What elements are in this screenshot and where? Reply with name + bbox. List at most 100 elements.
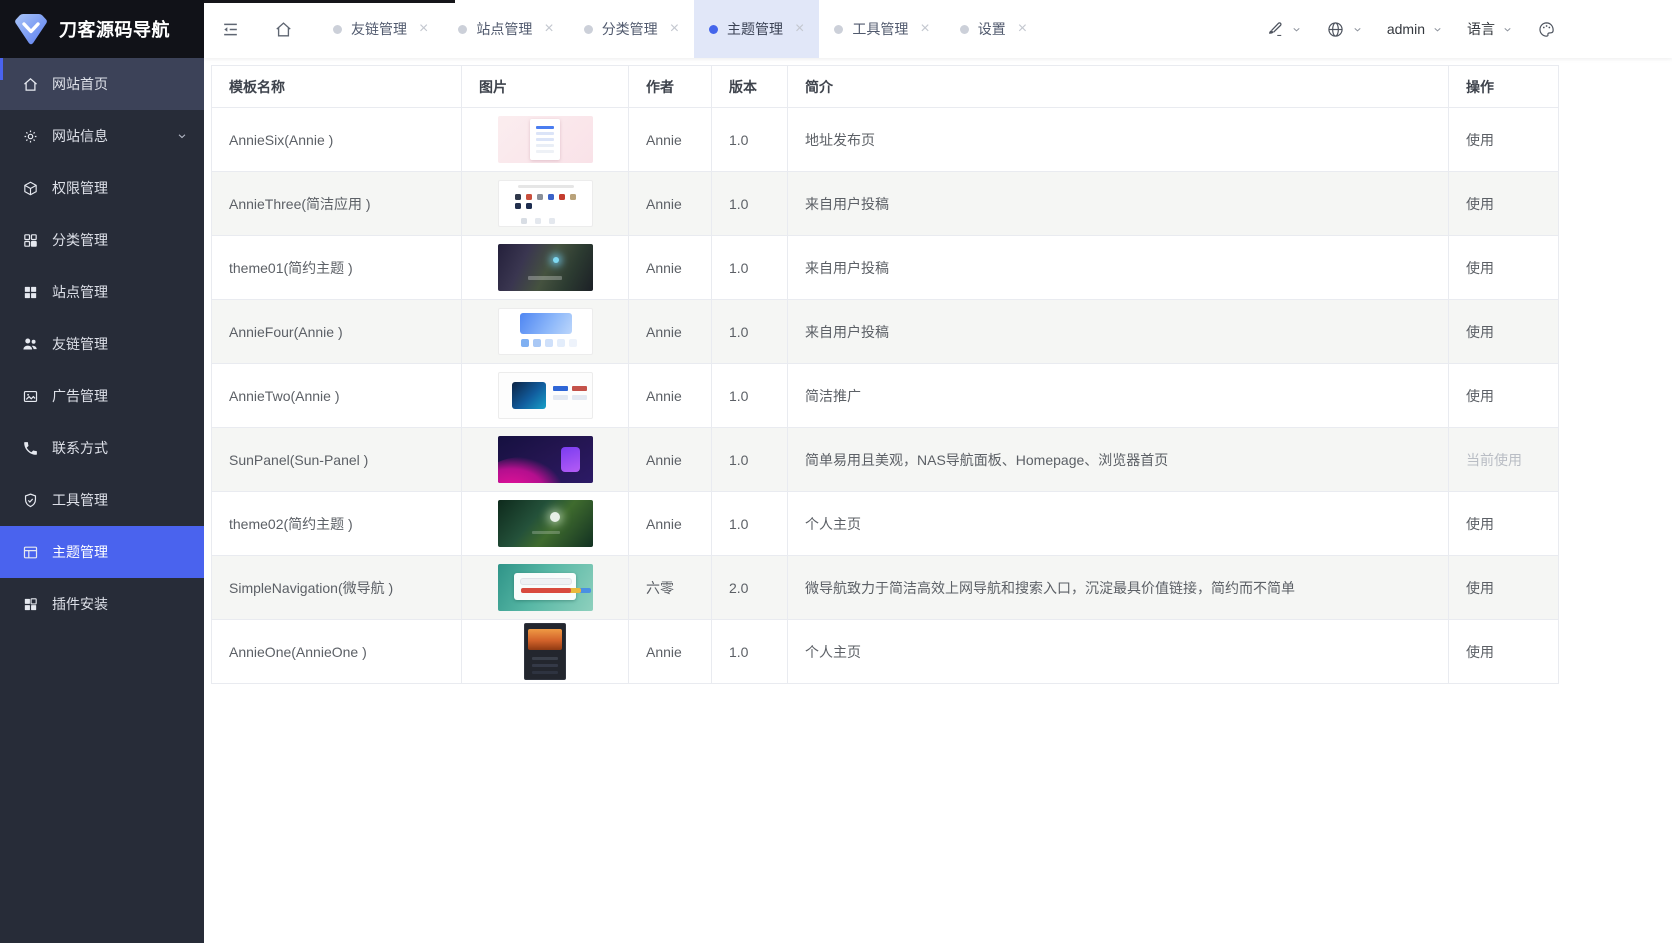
diamond-chevron-icon — [13, 12, 49, 46]
template-thumbnail — [498, 116, 593, 163]
tab-close-icon[interactable]: × — [419, 21, 428, 37]
theme-brush-dropdown[interactable] — [1265, 20, 1302, 39]
phone-icon — [21, 439, 39, 457]
use-button[interactable]: 使用 — [1466, 196, 1494, 212]
brand: 刀客源码导航 — [0, 0, 204, 58]
tab-close-icon[interactable]: × — [670, 21, 679, 37]
template-author: Annie — [629, 236, 712, 300]
sidebar-item-label: 主题管理 — [52, 542, 108, 562]
template-intro: 简单易用且美观，NAS导航面板、Homepage、浏览器首页 — [788, 428, 1449, 492]
template-intro: 来自用户投稿 — [788, 172, 1449, 236]
template-author: Annie — [629, 492, 712, 556]
menu-fold-icon[interactable] — [204, 0, 257, 58]
use-button[interactable]: 使用 — [1466, 644, 1494, 660]
tab-close-icon[interactable]: × — [544, 21, 553, 37]
sidebar-item-label: 分类管理 — [52, 230, 108, 250]
table-row: theme01(简约主题 )Annie1.0来自用户投稿使用 — [212, 236, 1559, 300]
template-author: Annie — [629, 428, 712, 492]
template-name: AnnieTwo(Annie ) — [212, 364, 462, 428]
use-button[interactable]: 使用 — [1466, 260, 1494, 276]
sidebar-item-2[interactable]: 权限管理 — [0, 162, 204, 214]
tab-close-icon[interactable]: × — [795, 21, 804, 37]
tab-close-icon[interactable]: × — [920, 21, 929, 37]
home-icon — [21, 75, 39, 93]
template-action-cell: 使用 — [1449, 364, 1559, 428]
template-name: SunPanel(Sun-Panel ) — [212, 428, 462, 492]
user-dropdown[interactable]: admin — [1387, 21, 1443, 37]
template-name: SimpleNavigation(微导航 ) — [212, 556, 462, 620]
app-window: 刀客源码导航 网站首页网站信息权限管理分类管理站点管理友链管理广告管理联系方式工… — [0, 0, 1672, 943]
sidebar-item-label: 站点管理 — [52, 282, 108, 302]
template-action-cell: 使用 — [1449, 492, 1559, 556]
template-action-cell: 使用 — [1449, 620, 1559, 684]
sidebar-item-1[interactable]: 网站信息 — [0, 110, 204, 162]
template-thumbnail — [498, 372, 593, 419]
sidebar-item-label: 广告管理 — [52, 386, 108, 406]
chevron-down-icon — [1432, 24, 1443, 35]
sidebar-item-6[interactable]: 广告管理 — [0, 370, 204, 422]
tab-label: 工具管理 — [852, 19, 908, 39]
tab-status-dot — [834, 25, 843, 34]
template-version: 1.0 — [712, 108, 788, 172]
tab-4[interactable]: 工具管理 × — [819, 0, 944, 58]
template-action-cell: 使用 — [1449, 556, 1559, 620]
template-thumbnail — [498, 500, 593, 547]
sidebar-item-label: 权限管理 — [52, 178, 108, 198]
template-intro: 微导航致力于简洁高效上网导航和搜索入口，沉淀最具价值链接，简约而不简单 — [788, 556, 1449, 620]
tab-2[interactable]: 分类管理 × — [569, 0, 694, 58]
tab-label: 友链管理 — [351, 19, 407, 39]
use-button[interactable]: 使用 — [1466, 388, 1494, 404]
sidebar-scrollbar-thumb[interactable] — [0, 58, 3, 80]
template-thumbnail — [498, 308, 593, 355]
use-button[interactable]: 使用 — [1466, 324, 1494, 340]
tab-1[interactable]: 站点管理 × — [443, 0, 568, 58]
use-button[interactable]: 使用 — [1466, 132, 1494, 148]
table-row: theme02(简约主题 )Annie1.0个人主页使用 — [212, 492, 1559, 556]
main-area: 友链管理×站点管理×分类管理×主题管理×工具管理×设置× — [204, 0, 1672, 943]
users-icon — [21, 335, 39, 353]
tab-status-dot — [458, 25, 467, 34]
template-author: Annie — [629, 620, 712, 684]
template-version: 1.0 — [712, 300, 788, 364]
sidebar-item-9[interactable]: 主题管理 — [0, 526, 204, 578]
shield-check-icon — [21, 491, 39, 509]
tab-label: 设置 — [978, 19, 1006, 39]
use-button[interactable]: 使用 — [1466, 516, 1494, 532]
brush-icon — [1265, 20, 1284, 39]
tab-3[interactable]: 主题管理× — [694, 0, 819, 58]
table-row: SimpleNavigation(微导航 )六零2.0微导航致力于简洁高效上网导… — [212, 556, 1559, 620]
template-image-cell — [462, 556, 629, 620]
image-icon — [21, 387, 39, 405]
tab-0[interactable]: 友链管理 × — [318, 0, 443, 58]
grid-icon — [21, 231, 39, 249]
tab-close-icon[interactable]: × — [1018, 21, 1027, 37]
template-action-cell: 当前使用 — [1449, 428, 1559, 492]
template-author: 六零 — [629, 556, 712, 620]
sidebar-item-label: 友链管理 — [52, 334, 108, 354]
sidebar-item-10[interactable]: 插件安装 — [0, 578, 204, 630]
home-icon[interactable] — [257, 0, 310, 58]
tab-label: 站点管理 — [476, 19, 532, 39]
template-thumbnail — [498, 244, 593, 291]
sidebar-item-7[interactable]: 联系方式 — [0, 422, 204, 474]
tab-status-dot — [584, 25, 593, 34]
tab-label: 分类管理 — [602, 19, 658, 39]
content-area: 模板名称图片作者版本简介操作 AnnieSix(Annie )Annie1.0地… — [204, 58, 1672, 943]
column-header: 操作 — [1449, 66, 1559, 108]
template-thumbnail — [498, 436, 593, 483]
layout-icon — [21, 543, 39, 561]
sidebar-item-8[interactable]: 工具管理 — [0, 474, 204, 526]
username-label: admin — [1387, 21, 1425, 37]
table-row: AnnieTwo(Annie )Annie1.0简洁推广使用 — [212, 364, 1559, 428]
use-button[interactable]: 使用 — [1466, 580, 1494, 596]
sidebar-item-3[interactable]: 分类管理 — [0, 214, 204, 266]
sidebar-item-0[interactable]: 网站首页 — [0, 58, 204, 110]
tab-5[interactable]: 设置 × — [945, 0, 1042, 58]
palette-icon[interactable] — [1537, 20, 1556, 39]
sidebar-item-4[interactable]: 站点管理 — [0, 266, 204, 318]
globe-dropdown[interactable] — [1326, 20, 1363, 39]
top-progress-bar — [204, 0, 455, 3]
topbar-right: admin 语言 — [1265, 19, 1672, 39]
language-dropdown[interactable]: 语言 — [1467, 19, 1513, 39]
sidebar-item-5[interactable]: 友链管理 — [0, 318, 204, 370]
